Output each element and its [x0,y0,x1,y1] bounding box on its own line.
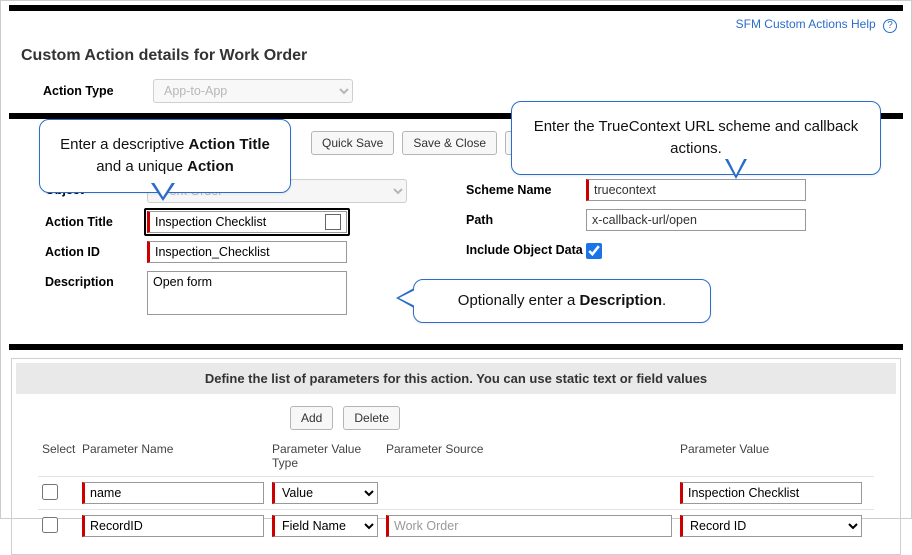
parameters-header: Define the list of parameters for this a… [16,363,896,394]
param-type-select[interactable]: Field Name [272,515,378,537]
param-row: Value [38,476,874,509]
description-label: Description [17,271,147,289]
param-row: Field Name Record ID [38,509,874,542]
include-object-data-label: Include Object Data [466,239,586,258]
param-value-select[interactable]: Record ID [680,515,862,537]
param-source-input [386,515,672,537]
help-icon[interactable]: ? [883,19,897,33]
action-title-input[interactable] [147,211,347,233]
action-type-select: App-to-App [153,79,353,103]
action-type-label: Action Type [43,84,153,98]
parameters-panel: Define the list of parameters for this a… [11,358,901,555]
param-row-select[interactable] [42,484,58,500]
path-label: Path [466,209,586,227]
include-object-data-checkbox[interactable] [586,243,602,259]
save-close-button[interactable]: Save & Close [402,131,497,155]
callout-description: Optionally enter a Description. [413,279,711,323]
path-input[interactable] [586,209,806,231]
parameters-table: Select Parameter Name Parameter Value Ty… [38,436,874,542]
action-id-input[interactable] [147,241,347,263]
help-link[interactable]: SFM Custom Actions Help [736,17,876,31]
scheme-name-label: Scheme Name [466,179,586,197]
scheme-name-input[interactable] [586,179,806,201]
quick-save-button[interactable]: Quick Save [311,131,394,155]
param-name-input[interactable] [82,515,264,537]
delete-param-button[interactable]: Delete [343,406,400,430]
param-name-input[interactable] [82,482,264,504]
param-table-header: Select Parameter Name Parameter Value Ty… [38,436,874,476]
page-title: Custom Action details for Work Order [1,35,911,75]
param-type-select[interactable]: Value [272,482,378,504]
action-id-label: Action ID [17,241,147,259]
help-link-row: SFM Custom Actions Help ? [1,11,911,35]
description-textarea[interactable] [147,271,347,315]
callout-scheme: Enter the TrueContext URL scheme and cal… [511,101,881,175]
add-param-button[interactable]: Add [290,406,333,430]
action-title-label: Action Title [17,211,147,229]
param-value-input[interactable] [680,482,862,504]
